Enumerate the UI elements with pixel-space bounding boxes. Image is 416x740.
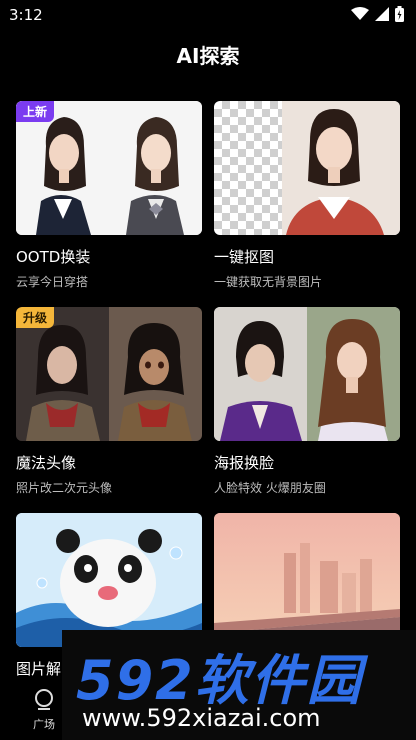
poster-face-swap-thumbnail <box>214 307 400 441</box>
battery-icon <box>395 6 404 22</box>
card-subtitle: 云享今日穿搭 <box>16 275 89 289</box>
card-ootd[interactable]: 上新 OOTD换装 云享今日穿搭 <box>16 101 202 290</box>
upgrade-badge: 升级 <box>16 307 55 328</box>
card-poster-face-swap[interactable]: 海报换脸 人脸特效 火爆朋友圈 <box>214 307 400 496</box>
status-time: 3:12 <box>9 6 43 24</box>
card-title: 一键抠图 <box>214 248 275 266</box>
card-title: 海报换脸 <box>214 454 275 472</box>
watermark-url: www.592xiazai.com <box>82 704 321 732</box>
card-subtitle: 人脸特效 火爆朋友圈 <box>214 481 326 495</box>
card-magic-avatar[interactable]: 升级 魔法头像 照片改二次元头像 <box>16 307 202 496</box>
card-title: OOTD换装 <box>16 248 91 266</box>
city-image <box>214 513 400 647</box>
card-subtitle: 一键获取无背景图片 <box>214 275 323 289</box>
tab-plaza-label: 广场 <box>33 718 55 731</box>
card-title: 魔法头像 <box>16 454 77 472</box>
status-icons <box>351 6 404 22</box>
image-tool-thumbnail <box>16 513 202 647</box>
poster-face-swap-image <box>214 307 400 441</box>
ootd-thumbnail: 上新 <box>16 101 202 235</box>
signal-icon <box>375 7 389 21</box>
watermark: 592软件园 www.592xiazai.com <box>62 630 416 740</box>
plaza-icon <box>35 689 53 710</box>
status-bar: 3:12 <box>0 0 416 30</box>
card-city-scene[interactable] <box>214 513 400 647</box>
tab-plaza[interactable]: 广场 <box>24 688 64 732</box>
new-badge: 上新 <box>16 101 55 122</box>
city-scene-thumbnail <box>214 513 400 647</box>
card-subtitle: 照片改二次元头像 <box>16 481 113 495</box>
magic-avatar-thumbnail: 升级 <box>16 307 202 441</box>
cutout-image <box>282 101 400 235</box>
panda-image <box>16 513 202 647</box>
page-title: AI探索 <box>176 44 240 68</box>
cutout-thumbnail <box>214 101 400 235</box>
card-cutout[interactable]: 一键抠图 一键获取无背景图片 <box>214 101 400 290</box>
wifi-icon <box>351 7 369 20</box>
